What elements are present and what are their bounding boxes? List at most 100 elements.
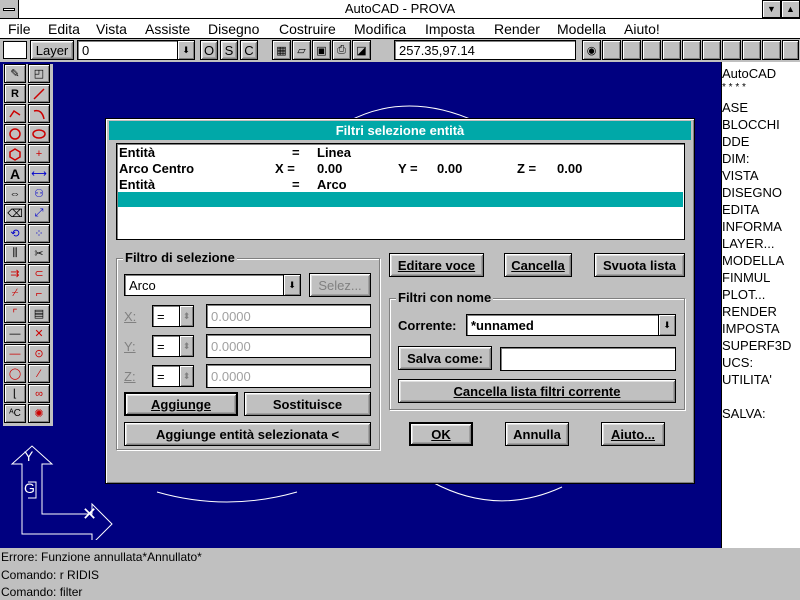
toolbar-button-4[interactable] xyxy=(662,40,681,60)
screen-menu-ucs[interactable]: UCS: xyxy=(722,355,753,370)
move-tool-icon[interactable]: ⇔ xyxy=(4,184,26,203)
extend-tool-icon[interactable]: ⇉ xyxy=(4,264,26,283)
menu-edita[interactable]: Edita xyxy=(48,19,80,39)
snap-button[interactable]: S xyxy=(220,40,238,60)
hline-tool-icon[interactable]: — xyxy=(4,324,26,343)
menu-costruire[interactable]: Costruire xyxy=(279,19,336,39)
x-operator-dropdown[interactable]: = ⬍ xyxy=(152,305,194,327)
clear-list-button[interactable]: Svuota lista xyxy=(594,253,685,277)
command-line-3[interactable]: Comando: filter xyxy=(1,585,82,599)
chamfer-tool-icon[interactable]: ⌜ xyxy=(4,304,26,323)
screen-menu-ase[interactable]: ASE xyxy=(722,100,748,115)
screen-menu-dim[interactable]: DIM: xyxy=(722,151,749,166)
y-operator-dropdown[interactable]: = ⬍ xyxy=(152,335,194,357)
x-operator-arrow-icon[interactable]: ⬍ xyxy=(179,306,193,326)
print-icon[interactable]: ⎙ xyxy=(332,40,351,60)
screen-menu-plot[interactable]: PLOT... xyxy=(722,287,765,302)
toolbar-button-7[interactable] xyxy=(722,40,741,60)
screen-menu-utilita[interactable]: UTILITA' xyxy=(722,372,772,387)
properties-tool-icon[interactable]: ◰ xyxy=(28,64,50,83)
screen-menu-blocchi[interactable]: BLOCCHI xyxy=(722,117,780,132)
polygon-tool-icon[interactable] xyxy=(4,144,26,163)
toolbar-button-5[interactable] xyxy=(682,40,701,60)
line-tool-icon[interactable] xyxy=(28,84,50,103)
screen-menu-salva[interactable]: SALVA: xyxy=(722,406,766,421)
menu-assiste[interactable]: Assiste xyxy=(145,19,190,39)
toolbar-button-6[interactable] xyxy=(702,40,721,60)
grid-icon[interactable]: ▦ xyxy=(272,40,291,60)
screen-menu-informa[interactable]: INFORMA xyxy=(722,219,782,234)
menu-file[interactable]: File xyxy=(8,19,31,39)
ellipse-tool-icon[interactable] xyxy=(28,124,50,143)
menu-aiuto[interactable]: Aiuto! xyxy=(624,19,660,39)
copy-tool-icon[interactable]: ⚇ xyxy=(28,184,50,203)
menu-vista[interactable]: Vista xyxy=(96,19,127,39)
circle-tool-icon[interactable] xyxy=(4,124,26,143)
toolbar-button-8[interactable] xyxy=(742,40,761,60)
fillet-tool-icon[interactable]: ⌐ xyxy=(28,284,50,303)
color-swatch[interactable] xyxy=(3,41,27,59)
current-filter-arrow-icon[interactable]: ⬇ xyxy=(658,315,675,335)
menu-modella[interactable]: Modella xyxy=(557,19,606,39)
text-tool-icon[interactable]: A xyxy=(4,164,26,183)
pencil-tool-icon[interactable]: ✎ xyxy=(4,64,26,83)
y-value-input[interactable]: 0.0000 xyxy=(206,334,371,358)
toolbar-button-3[interactable] xyxy=(642,40,661,60)
arc-tool-icon[interactable] xyxy=(28,104,50,123)
scale-tool-icon[interactable]: ⤢ xyxy=(28,204,50,223)
z-value-input[interactable]: 0.0000 xyxy=(206,364,371,388)
maximize-button[interactable]: ▲ xyxy=(781,0,800,18)
z-operator-dropdown[interactable]: = ⬍ xyxy=(152,365,194,387)
slash-tool-icon[interactable]: ⁄ xyxy=(28,364,50,383)
screen-menu-imposta[interactable]: IMPOSTA xyxy=(722,321,780,336)
screen-menu-disegno[interactable]: DISEGNO xyxy=(722,185,782,200)
edit-item-button[interactable]: Editare voce xyxy=(389,253,484,277)
screen-menu-layer[interactable]: LAYER... xyxy=(722,236,775,251)
add-selected-entity-button[interactable]: Aggiunge entità selezionata < xyxy=(124,422,371,446)
layer-dropdown-arrow-icon[interactable]: ⬇ xyxy=(177,41,194,59)
screen-menu-modella[interactable]: MODELLA xyxy=(722,253,784,268)
current-filter-dropdown[interactable]: *unnamed ⬇ xyxy=(466,314,676,336)
save-as-button[interactable]: Salva come: xyxy=(398,346,492,370)
construction-line-tool-icon[interactable]: — xyxy=(4,344,26,363)
add-button[interactable]: Aggiunge xyxy=(124,392,238,416)
screen-menu-superf3d[interactable]: SUPERF3D xyxy=(722,338,791,353)
select-button[interactable]: Selez... xyxy=(309,273,371,297)
ortho-button[interactable]: O xyxy=(200,40,218,60)
rotate-tool-icon[interactable]: ⟲ xyxy=(4,224,26,243)
mirror-tool-icon[interactable]: ⫼ xyxy=(4,244,26,263)
screen-menu-vista[interactable]: VISTA xyxy=(722,168,759,183)
textstyle-tool-icon[interactable]: ᴬC xyxy=(4,404,26,423)
x-value-input[interactable]: 0.0000 xyxy=(206,304,371,328)
entity-type-dropdown-arrow-icon[interactable]: ⬇ xyxy=(283,275,300,295)
menu-render[interactable]: Render xyxy=(494,19,540,39)
toolbar-button-1[interactable] xyxy=(602,40,621,60)
screen-menu-stars[interactable]: * * * * xyxy=(722,82,746,93)
toolbar-button-10[interactable] xyxy=(782,40,799,60)
z-operator-arrow-icon[interactable]: ⬍ xyxy=(179,366,193,386)
delete-current-filter-list-button[interactable]: Cancella lista filtri corrente xyxy=(398,379,676,403)
point-tool-icon[interactable]: + xyxy=(28,144,50,163)
break-tool-icon[interactable]: ⌿ xyxy=(4,284,26,303)
ok-button[interactable]: OK xyxy=(409,422,473,446)
replace-button[interactable]: Sostituisce xyxy=(244,392,371,416)
explode-tool-icon[interactable]: ✺ xyxy=(28,404,50,423)
menu-disegno[interactable]: Disegno xyxy=(208,19,259,39)
polyline-tool-icon[interactable] xyxy=(4,104,26,123)
dimension-tool-icon[interactable]: ⟷ xyxy=(28,164,50,183)
link-tool-icon[interactable]: ∞ xyxy=(28,384,50,403)
save-icon[interactable]: ▣ xyxy=(312,40,331,60)
screen-menu-render[interactable]: RENDER xyxy=(722,304,777,319)
delete-button[interactable]: Cancella xyxy=(504,253,572,277)
ucs-tool-icon[interactable]: ⌊ xyxy=(4,384,26,403)
menu-modifica[interactable]: Modifica xyxy=(354,19,406,39)
toolbar-button-9[interactable] xyxy=(762,40,781,60)
erase-tool-icon[interactable]: ⌫ xyxy=(4,204,26,223)
screen-menu-dde[interactable]: DDE xyxy=(722,134,749,149)
layer-button[interactable]: Layer xyxy=(30,40,74,60)
y-operator-arrow-icon[interactable]: ⬍ xyxy=(179,336,193,356)
entity-type-dropdown[interactable]: Arco ⬇ xyxy=(124,274,301,296)
menu-imposta[interactable]: Imposta xyxy=(425,19,475,39)
open-icon[interactable]: ▱ xyxy=(292,40,311,60)
minimize-button[interactable]: ▼ xyxy=(762,0,781,18)
